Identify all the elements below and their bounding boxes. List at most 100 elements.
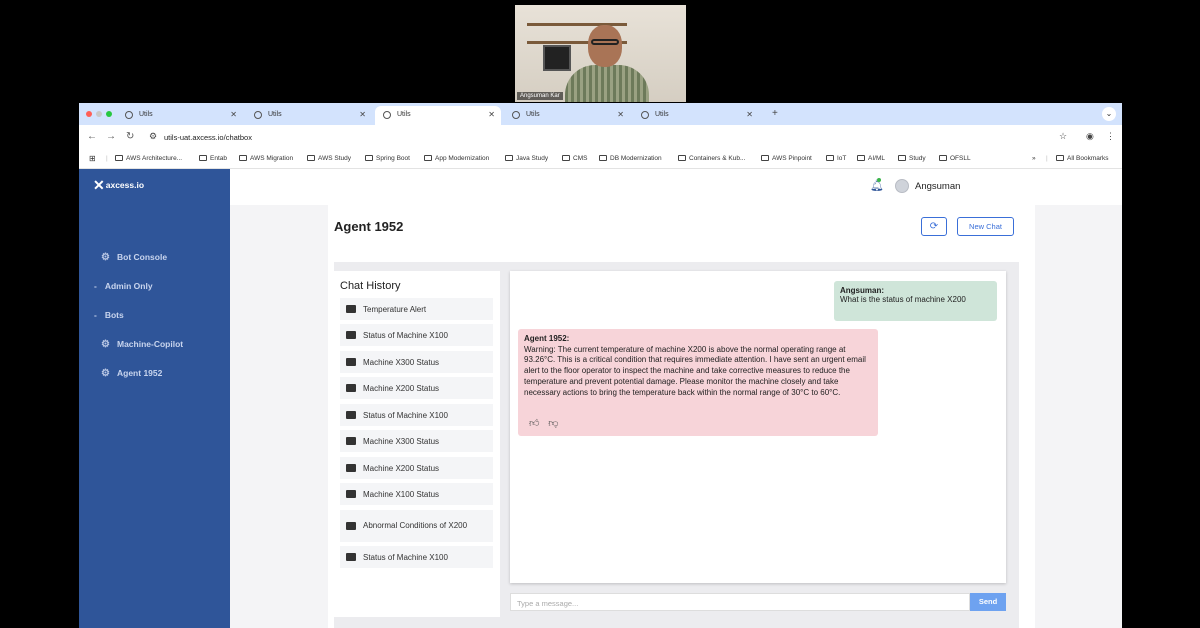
sidebar-item-admin-only[interactable]: - Admin Only (94, 281, 153, 291)
close-window-button[interactable] (86, 111, 92, 117)
history-item[interactable]: Status of Machine X100 (340, 546, 493, 568)
bookmark-item[interactable]: IoT (826, 155, 846, 162)
chat-area: Chat History Temperature Alert Status of… (334, 262, 1019, 628)
forward-icon[interactable]: → (106, 131, 116, 142)
gear-icon: ⚙ (101, 339, 110, 350)
url-field[interactable]: utils-uat.axcess.io/chatbox (164, 133, 252, 142)
sidebar-item-bots[interactable]: - Bots (94, 310, 124, 320)
history-item[interactable]: Machine X300 Status (340, 430, 493, 452)
username[interactable]: Angsuman (915, 181, 960, 192)
history-item[interactable]: Machine X200 Status (340, 457, 493, 479)
site-settings-icon[interactable]: ⚙ (149, 131, 157, 142)
globe-icon (125, 111, 133, 119)
new-tab-button[interactable]: + (772, 108, 778, 119)
send-button[interactable]: Send (970, 593, 1006, 611)
browser-tab[interactable]: Utils ✕ (246, 106, 372, 125)
refresh-button[interactable]: ⟳ (921, 217, 947, 236)
thumbs-up-icon[interactable]: 👍︎ (529, 418, 539, 429)
bookmark-item[interactable]: AWS Study (307, 155, 351, 162)
more-bookmarks-button[interactable]: » (1032, 155, 1036, 162)
chat-bubble-icon (346, 358, 356, 366)
close-tab-icon[interactable]: ✕ (488, 110, 495, 119)
chat-history-title: Chat History (340, 280, 401, 292)
bookmark-item[interactable]: CMS (562, 155, 587, 162)
close-tab-icon[interactable]: ✕ (230, 110, 237, 119)
bookmark-item[interactable]: AWS Migration (239, 155, 293, 162)
history-item[interactable]: Abnormal Conditions of X200 (340, 510, 493, 542)
avatar[interactable] (895, 179, 909, 193)
star-icon[interactable]: ☆ (1059, 131, 1067, 142)
gear-icon: ⚙ (101, 252, 110, 263)
chat-bubble-icon (346, 464, 356, 472)
bookmark-item[interactable]: AI/ML (857, 155, 885, 162)
agent-message-sender: Agent 1952: (524, 334, 570, 343)
chat-card: Agent 1952 ⟳ New Chat Chat History Tempe… (328, 205, 1035, 628)
bookmark-item[interactable]: Study (898, 155, 926, 162)
address-bar: ← → ↻ ⚙ utils-uat.axcess.io/chatbox ☆ ◉ … (79, 125, 1122, 150)
chat-bubble-icon (346, 331, 356, 339)
maximize-window-button[interactable] (106, 111, 112, 117)
bookmark-item[interactable]: Spring Boot (365, 155, 410, 162)
browser-window: Utils ✕ Utils ✕ Utils ✕ Utils ✕ Utils ✕ … (79, 103, 1122, 628)
chat-bubble-icon (346, 553, 356, 561)
message-input[interactable]: Type a message... (510, 593, 970, 611)
all-bookmarks-button[interactable]: All Bookmarks (1056, 155, 1109, 162)
logo[interactable]: ✕axcess.io (93, 177, 144, 194)
history-item[interactable]: Machine X100 Status (340, 483, 493, 505)
participant-name: Angsuman Kar (517, 92, 563, 100)
history-item[interactable]: Machine X300 Status (340, 351, 493, 373)
browser-tab[interactable]: Utils ✕ (633, 106, 759, 125)
tab-search-button[interactable]: ⌄ (1102, 107, 1116, 121)
apps-grid-icon[interactable]: ⊞ (89, 154, 96, 163)
agent-message-text: Warning: The current temperature of mach… (524, 344, 866, 397)
bookmark-item[interactable]: AWS Architecture... (115, 155, 182, 162)
divider: | (1046, 155, 1048, 162)
bookmarks-bar: ⊞ | AWS Architecture... Entab AWS Migrat… (79, 150, 1122, 169)
history-item[interactable]: Status of Machine X100 (340, 404, 493, 426)
user-message: Angsuman: What is the status of machine … (834, 281, 997, 321)
menu-icon[interactable]: ⋮ (1106, 131, 1115, 142)
new-chat-button[interactable]: New Chat (957, 217, 1014, 236)
picture-frame (543, 45, 571, 71)
profile-icon[interactable]: ◉ (1086, 131, 1094, 142)
sidebar-item-agent-1952[interactable]: ⚙ Agent 1952 (101, 368, 162, 379)
chat-bubble-icon (346, 305, 356, 313)
browser-tab[interactable]: Utils ✕ (504, 106, 630, 125)
bookmark-item[interactable]: OFSLL (939, 155, 971, 162)
sidebar: ✕axcess.io ⚙ Bot Console - Admin Only - Bot… (79, 169, 230, 628)
agent-message: Agent 1952: Warning: The current tempera… (518, 329, 878, 436)
user-message-text: What is the status of machine X200 (840, 295, 966, 304)
user-message-sender: Angsuman: (840, 286, 884, 295)
thumbs-down-icon[interactable]: 👎︎ (548, 418, 558, 429)
history-item[interactable]: Machine X200 Status (340, 377, 493, 399)
url-box[interactable] (141, 128, 1081, 146)
history-item[interactable]: Status of Machine X100 (340, 324, 493, 346)
bookmark-item[interactable]: AWS Pinpoint (761, 155, 812, 162)
bookmark-item[interactable]: App Modernization (424, 155, 489, 162)
bookmark-item[interactable]: DB Modernization (599, 155, 662, 162)
chat-bubble-icon (346, 384, 356, 392)
close-tab-icon[interactable]: ✕ (359, 110, 366, 119)
back-icon[interactable]: ← (87, 131, 97, 142)
chat-bubble-icon (346, 411, 356, 419)
logo-x-icon: ✕ (93, 177, 105, 193)
history-item[interactable]: Temperature Alert (340, 298, 493, 320)
notification-dot (877, 178, 881, 182)
minimize-window-button[interactable] (96, 111, 102, 117)
collapse-icon: - (94, 310, 97, 320)
collapse-icon: - (94, 281, 97, 291)
reload-icon[interactable]: ↻ (126, 131, 134, 142)
sidebar-item-bot-console[interactable]: ⚙ Bot Console (101, 252, 167, 263)
bookmark-item[interactable]: Entab (199, 155, 227, 162)
bookmark-item[interactable]: Java Study (505, 155, 548, 162)
sidebar-item-machine-copilot[interactable]: ⚙ Machine-Copilot (101, 339, 183, 350)
browser-tab-active[interactable]: Utils ✕ (375, 106, 501, 125)
bookmark-item[interactable]: Containers & Kub... (678, 155, 745, 162)
chat-bubble-icon (346, 522, 356, 530)
browser-tab[interactable]: Utils ✕ (117, 106, 243, 125)
globe-icon (254, 111, 262, 119)
close-tab-icon[interactable]: ✕ (746, 110, 753, 119)
globe-icon (383, 111, 391, 119)
globe-icon (512, 111, 520, 119)
close-tab-icon[interactable]: ✕ (617, 110, 624, 119)
